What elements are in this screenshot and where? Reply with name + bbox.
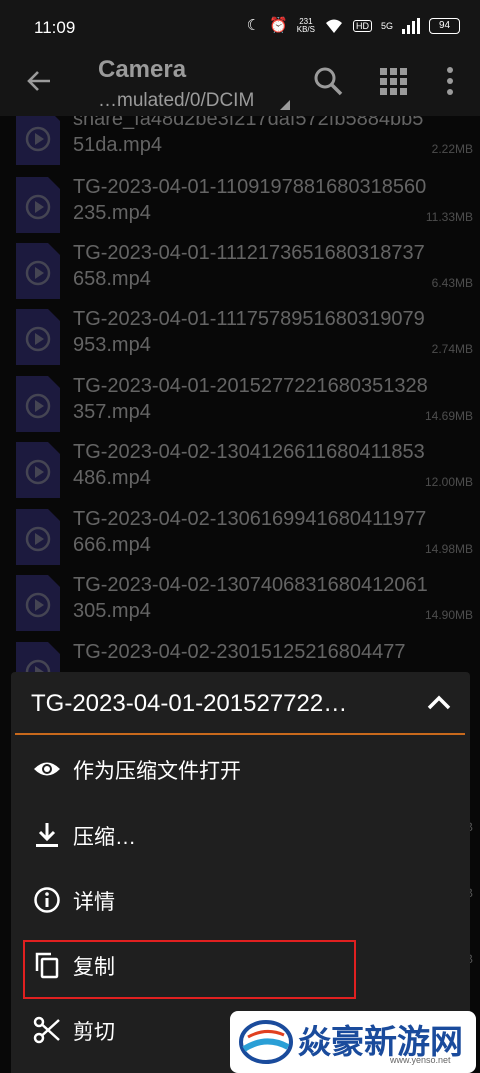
watermark-url: www.yenso.net	[390, 1055, 451, 1065]
file-size: 14.98MB	[424, 542, 473, 556]
net-speed: 231 KB/S	[297, 18, 315, 34]
alarm-icon: ⏰	[269, 17, 288, 34]
file-row[interactable]: TG-2023-04-01-1109197881680318560235.mp4…	[0, 172, 480, 238]
menu-item-open-as-archive[interactable]: 作为压缩文件打开	[11, 737, 470, 799]
file-size: 12.00MB	[424, 475, 473, 489]
menu-item-compress[interactable]: 压缩…	[11, 803, 470, 865]
file-row[interactable]: TG-2023-04-02-1307406831680412061305.mp4…	[0, 570, 480, 636]
video-file-icon	[16, 309, 60, 365]
sheet-title: TG-2023-04-01-201527722…	[31, 690, 348, 717]
menu-label: 压缩…	[73, 826, 136, 849]
file-row[interactable]: TG-2023-04-01-1117578951680319079953.mp4…	[0, 304, 480, 370]
folder-title: Camera	[98, 56, 187, 83]
file-row[interactable]: share_fa48d2be3f217daf572fb5884bb551da.m…	[0, 116, 480, 170]
scissors-icon	[33, 1016, 60, 1044]
file-size: 6.43MB	[431, 276, 473, 290]
file-name: TG-2023-04-02-1307406831680412061305.mp4	[73, 574, 428, 622]
grid-view-icon[interactable]	[376, 64, 410, 98]
sheet-divider	[15, 733, 465, 735]
video-file-icon	[16, 243, 60, 299]
battery-indicator: 94	[429, 18, 460, 34]
file-size: 2.22MB	[431, 142, 473, 156]
file-name: share_fa48d2be3f217daf572fb5884bb551da.m…	[73, 116, 424, 156]
file-name: TG-2023-04-02-1306169941680411977666.mp4	[73, 508, 427, 556]
video-file-icon	[16, 442, 60, 498]
menu-label: 作为压缩文件打开	[73, 760, 241, 783]
back-arrow-icon[interactable]	[24, 66, 54, 96]
watermark-logo-icon	[239, 1020, 293, 1064]
video-file-icon	[16, 376, 60, 432]
file-size: 2.74MB	[431, 342, 473, 356]
status-time: 11:09	[34, 18, 76, 37]
file-name: TG-2023-04-01-1112173651680318737658.mp4	[73, 242, 425, 290]
wifi-icon	[325, 19, 342, 33]
file-name: TG-2023-04-02-23015125216804477	[73, 641, 406, 663]
video-file-icon	[16, 575, 60, 631]
eye-icon	[34, 762, 60, 776]
signal-label: 5G	[380, 20, 393, 31]
file-row[interactable]: TG-2023-04-02-1304126611680411853486.mp4…	[0, 437, 480, 503]
file-row[interactable]: TG-2023-04-02-1306169941680411977666.mp4…	[0, 504, 480, 570]
file-size: 14.69MB	[424, 409, 473, 423]
watermark: 焱豪新游网 www.yenso.net	[230, 1011, 476, 1073]
path-dropdown-icon[interactable]	[280, 100, 290, 110]
search-icon[interactable]	[311, 64, 345, 98]
folder-path[interactable]: …mulated/0/DCIM	[98, 90, 254, 112]
app-bar: Camera …mulated/0/DCIM	[0, 56, 480, 116]
sheet-header[interactable]: TG-2023-04-01-201527722…	[11, 672, 470, 734]
chevron-up-icon[interactable]	[426, 690, 452, 716]
signal-icon	[402, 18, 420, 34]
file-row[interactable]: TG-2023-04-01-1112173651680318737658.mp4…	[0, 238, 480, 304]
more-options-icon[interactable]	[433, 64, 467, 98]
file-size: 11.33MB	[425, 210, 473, 224]
hd-badge: HD	[352, 20, 372, 32]
file-name: TG-2023-04-02-1304126611680411853486.mp4	[73, 441, 425, 489]
menu-label: 复制	[73, 956, 115, 979]
net-speed-unit: KB/S	[296, 25, 315, 34]
file-name: TG-2023-04-01-1117578951680319079953.mp4	[73, 308, 425, 356]
menu-item-details[interactable]: 详情	[11, 868, 470, 930]
video-file-icon	[16, 177, 60, 233]
status-bar: 11:09 ☾ ⏰ 231 KB/S HD 5G 94	[0, 0, 480, 56]
menu-item-copy[interactable]: 复制	[11, 933, 470, 995]
video-file-icon	[16, 116, 60, 165]
menu-label: 剪切	[73, 1021, 115, 1044]
download-icon	[36, 823, 58, 847]
status-icons: ☾ ⏰ 231 KB/S HD 5G 94	[247, 16, 460, 36]
file-list: share_fa48d2be3f217daf572fb5884bb551da.m…	[0, 116, 480, 696]
copy-icon	[35, 952, 59, 979]
file-row[interactable]: TG-2023-04-01-2015277221680351328357.mp4…	[0, 371, 480, 437]
menu-label: 详情	[73, 891, 115, 914]
file-name: TG-2023-04-01-1109197881680318560235.mp4	[73, 176, 427, 224]
file-size: 14.90MB	[424, 608, 473, 622]
file-name: TG-2023-04-01-2015277221680351328357.mp4	[73, 375, 428, 423]
video-file-icon	[16, 509, 60, 565]
moon-icon: ☾	[246, 17, 261, 34]
info-icon	[34, 887, 60, 913]
